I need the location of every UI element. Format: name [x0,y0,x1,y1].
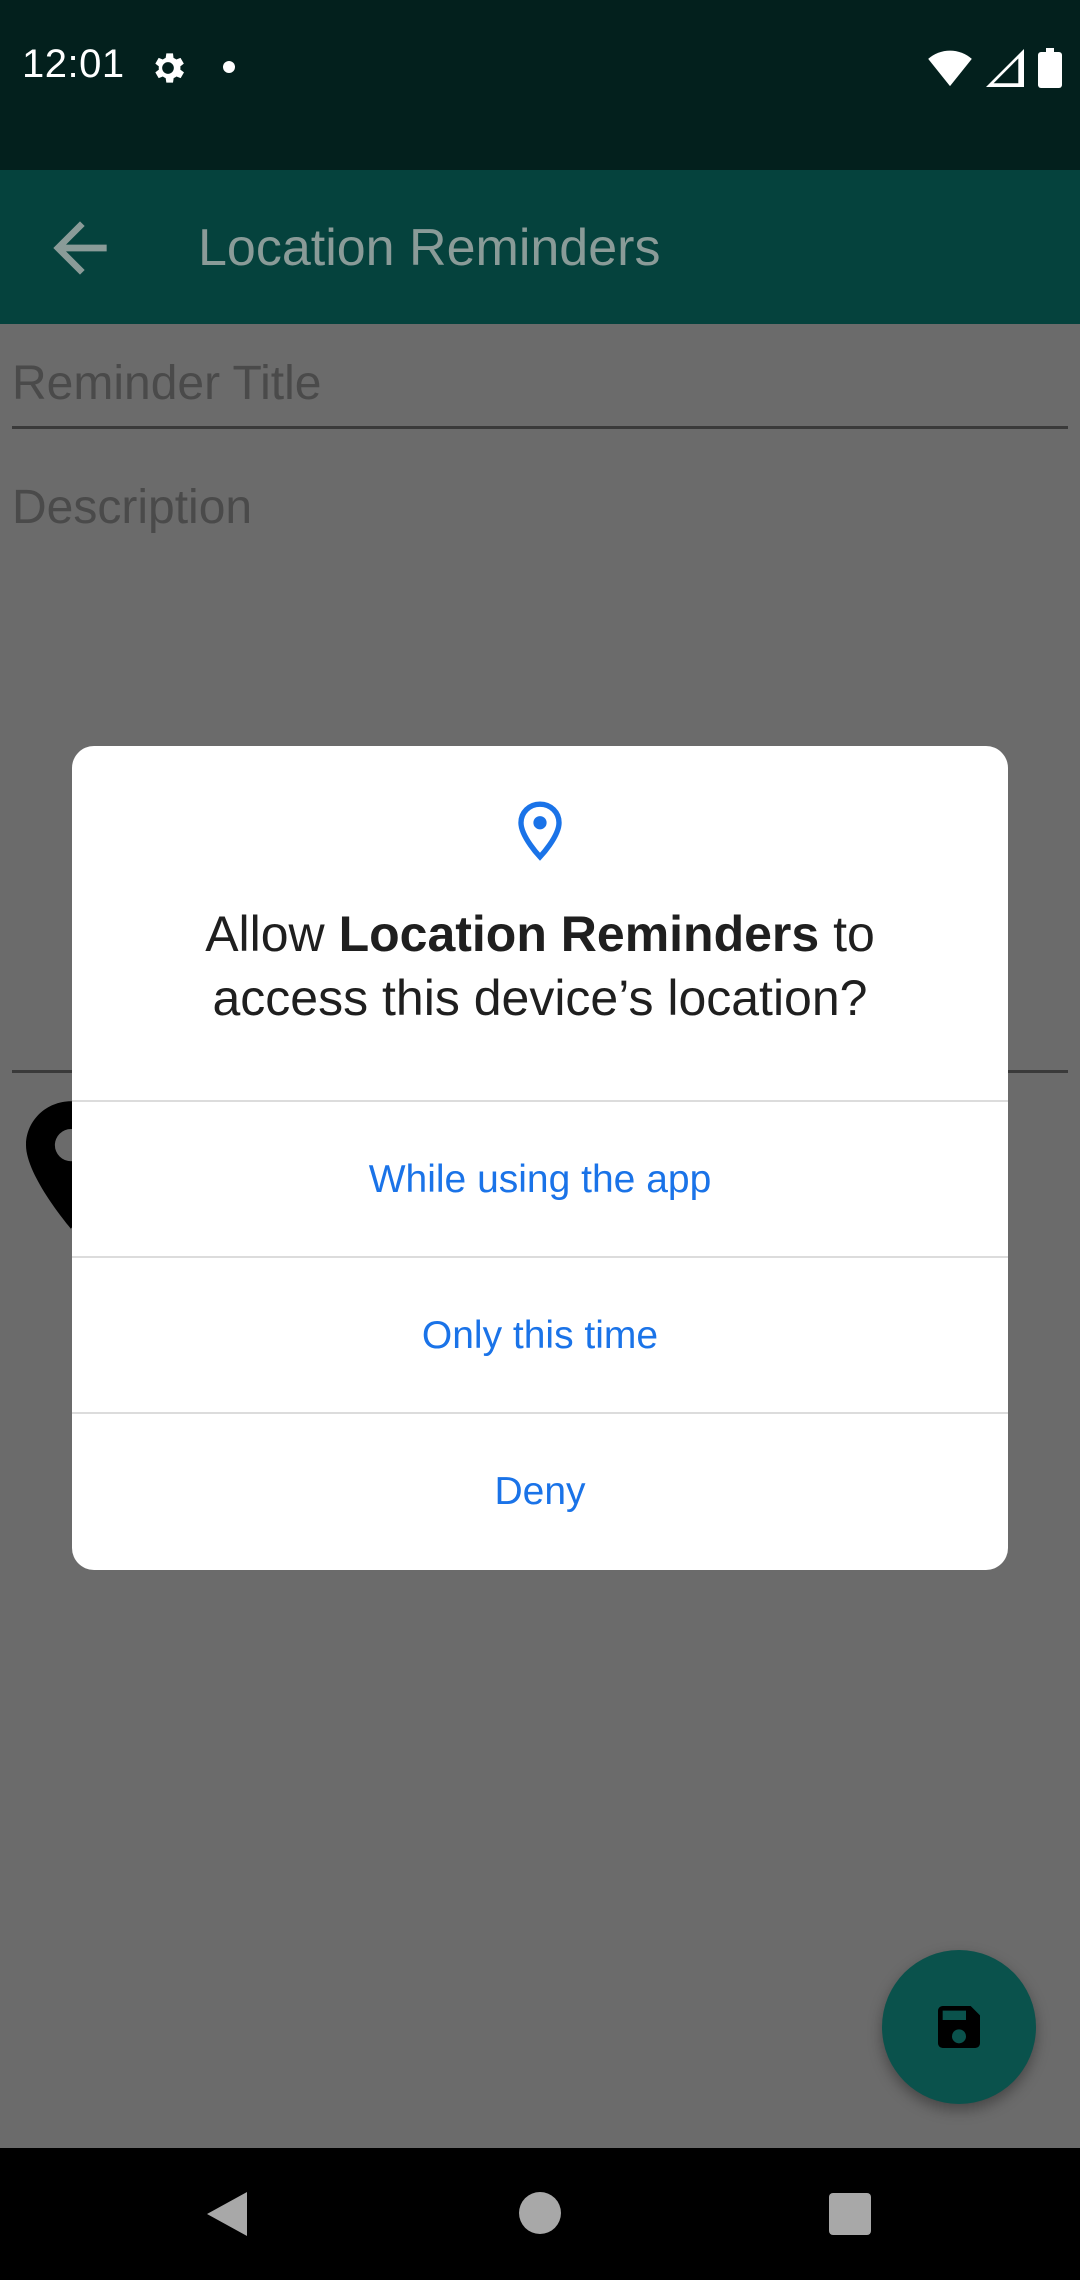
reminder-title-placeholder: Reminder Title [12,357,322,410]
deny-button[interactable]: Deny [72,1412,1008,1570]
app-title: Location Reminders [198,219,661,277]
dialog-title-app-name: Location Reminders [338,906,820,962]
dot-icon [223,61,235,73]
only-this-time-label: Only this time [421,1314,659,1357]
battery-icon [1038,48,1062,88]
permission-dialog: Allow Location Reminders to access this … [72,746,1008,1570]
description-placeholder: Description [12,481,253,534]
save-button[interactable] [882,1950,1036,2104]
dialog-title: Allow Location Reminders to access this … [112,902,968,1030]
deny-label: Deny [494,1470,586,1513]
while-using-app-label: While using the app [368,1158,712,1201]
only-this-time-button[interactable]: Only this time [72,1256,1008,1414]
arrow-back-icon[interactable] [40,208,120,288]
dialog-title-prefix: Allow [205,906,339,962]
gear-icon [155,53,184,83]
nav-back-icon[interactable] [205,2192,249,2236]
status-bar: 12:01 [0,0,1080,170]
app-bar: Location Reminders [0,170,1080,324]
navigation-bar [0,2148,1080,2280]
status-icons [928,46,1062,90]
reminder-title-field[interactable]: Reminder Title [12,356,1068,429]
location-pin-icon [518,801,562,861]
dialog-title-line2: access this device’s location? [212,970,868,1026]
save-icon [938,2006,980,2048]
nav-recents-icon[interactable] [829,2193,871,2235]
while-using-app-button[interactable]: While using the app [72,1100,1008,1258]
status-time: 12:01 [22,42,125,86]
signal-icon [986,49,1024,87]
dialog-title-suffix: to [819,906,875,962]
nav-home-icon[interactable] [519,2192,561,2234]
wifi-icon [928,50,972,87]
